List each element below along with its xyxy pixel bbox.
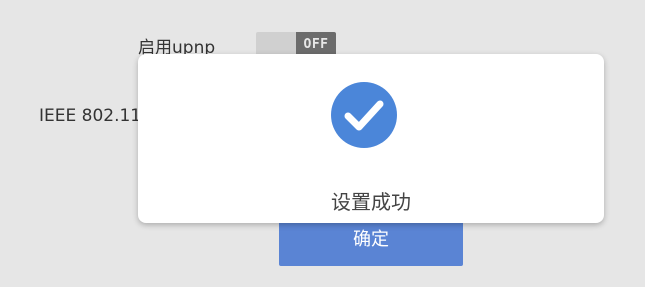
ieee-label: IEEE 802.11 [39, 106, 142, 126]
toggle-state-label: OFF [296, 32, 336, 56]
success-dialog: 设置成功 [138, 54, 604, 223]
upnp-toggle[interactable]: OFF [256, 32, 336, 56]
check-circle-icon [331, 82, 397, 148]
toggle-track [256, 32, 296, 56]
checkmark-icon [344, 100, 384, 131]
success-message: 设置成功 [331, 190, 411, 214]
